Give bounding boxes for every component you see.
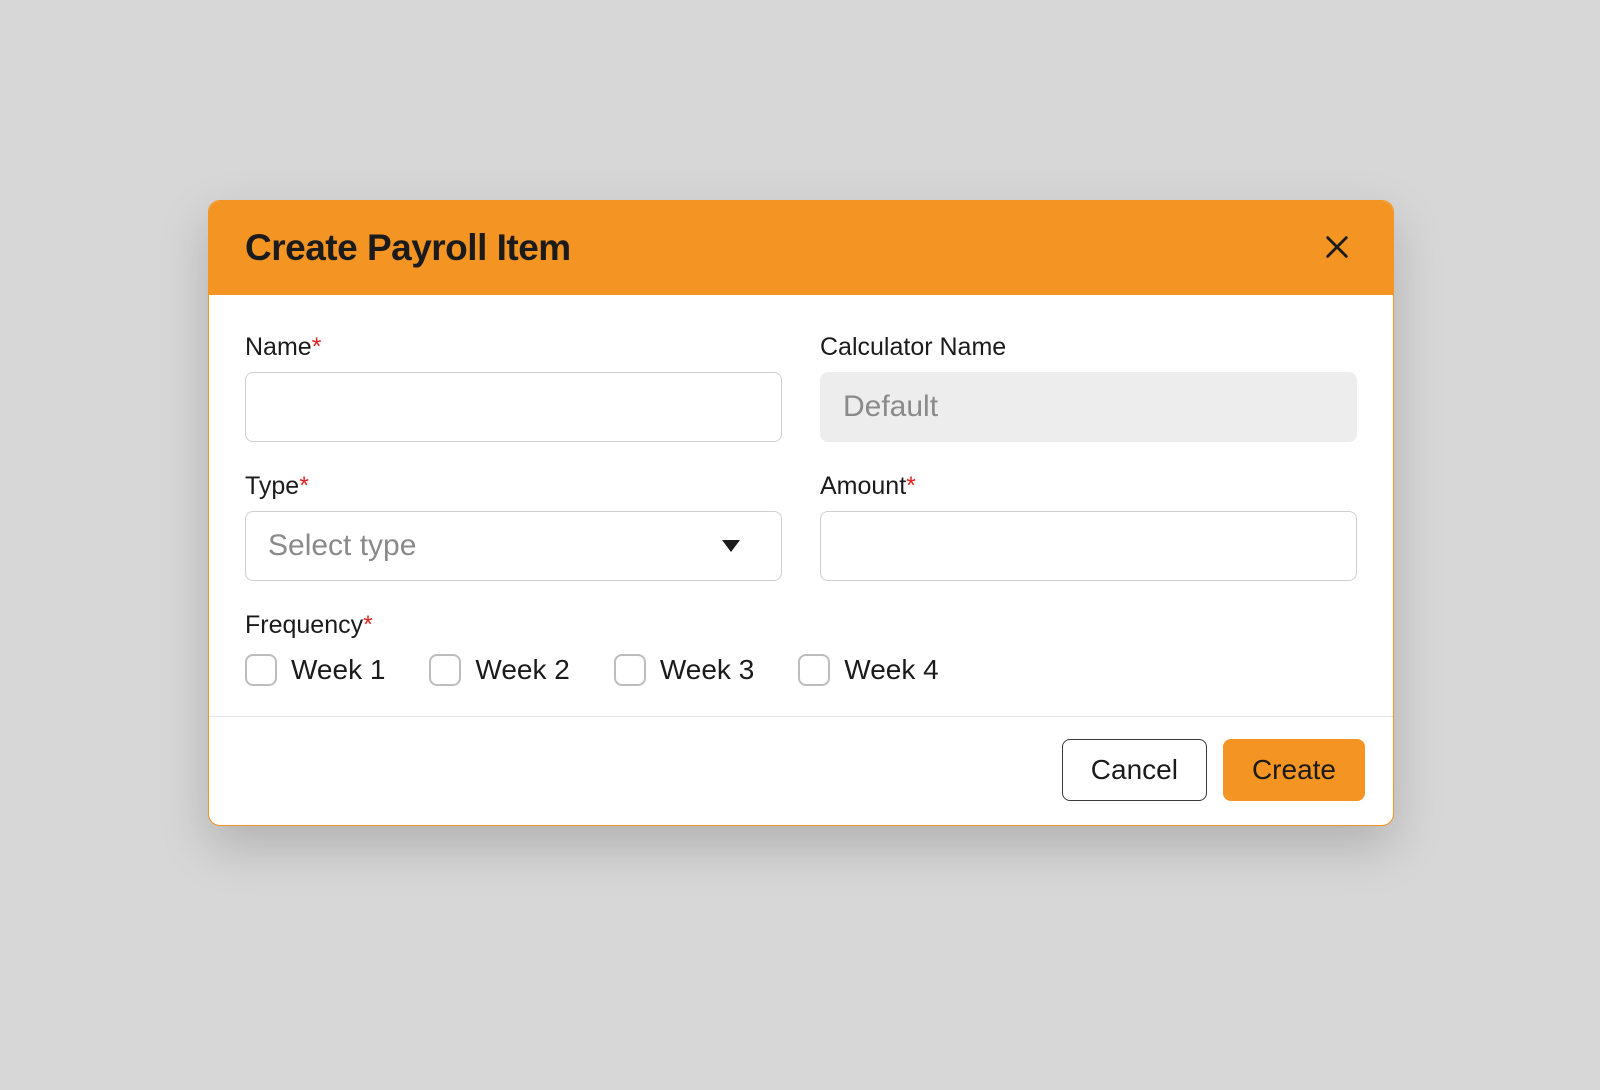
name-label: Name* xyxy=(245,333,782,362)
checkbox-icon xyxy=(245,654,277,686)
type-select-wrap: Select type xyxy=(245,511,782,581)
frequency-option-week4[interactable]: Week 4 xyxy=(798,654,938,686)
required-marker: * xyxy=(299,472,309,500)
amount-input[interactable] xyxy=(820,511,1357,581)
name-label-text: Name xyxy=(245,333,312,361)
form-row-2: Type* Select type Amount* xyxy=(245,472,1357,581)
frequency-options: Week 1 Week 2 Week 3 Week 4 xyxy=(245,654,1357,686)
modal-body: Name* Calculator Name Type* Select type xyxy=(209,295,1393,716)
frequency-option-label: Week 4 xyxy=(844,654,938,686)
frequency-option-label: Week 2 xyxy=(475,654,569,686)
close-button[interactable] xyxy=(1317,228,1357,268)
checkbox-icon xyxy=(429,654,461,686)
frequency-option-label: Week 3 xyxy=(660,654,754,686)
required-marker: * xyxy=(363,611,373,639)
checkbox-icon xyxy=(798,654,830,686)
name-input[interactable] xyxy=(245,372,782,442)
amount-group: Amount* xyxy=(820,472,1357,581)
frequency-option-week1[interactable]: Week 1 xyxy=(245,654,385,686)
required-marker: * xyxy=(906,472,916,500)
form-row-1: Name* Calculator Name xyxy=(245,333,1357,442)
calculator-label: Calculator Name xyxy=(820,333,1357,362)
frequency-option-week2[interactable]: Week 2 xyxy=(429,654,569,686)
type-label: Type* xyxy=(245,472,782,501)
cancel-button[interactable]: Cancel xyxy=(1062,739,1207,801)
frequency-group: Frequency* Week 1 Week 2 Week 3 Week 4 xyxy=(245,611,1357,686)
calculator-group: Calculator Name xyxy=(820,333,1357,442)
create-payroll-item-modal: Create Payroll Item Name* Calculator Nam… xyxy=(208,200,1394,826)
checkbox-icon xyxy=(614,654,646,686)
modal-title: Create Payroll Item xyxy=(245,227,571,269)
modal-footer: Cancel Create xyxy=(209,716,1393,825)
frequency-option-week3[interactable]: Week 3 xyxy=(614,654,754,686)
type-label-text: Type xyxy=(245,472,299,500)
type-select[interactable]: Select type xyxy=(245,511,782,581)
frequency-option-label: Week 1 xyxy=(291,654,385,686)
calculator-input xyxy=(820,372,1357,442)
name-group: Name* xyxy=(245,333,782,442)
create-button[interactable]: Create xyxy=(1223,739,1365,801)
modal-header: Create Payroll Item xyxy=(209,201,1393,295)
amount-label: Amount* xyxy=(820,472,1357,501)
type-group: Type* Select type xyxy=(245,472,782,581)
frequency-label-text: Frequency xyxy=(245,611,363,639)
frequency-label: Frequency* xyxy=(245,611,373,639)
amount-label-text: Amount xyxy=(820,472,906,500)
required-marker: * xyxy=(312,333,322,361)
close-icon xyxy=(1323,233,1351,264)
